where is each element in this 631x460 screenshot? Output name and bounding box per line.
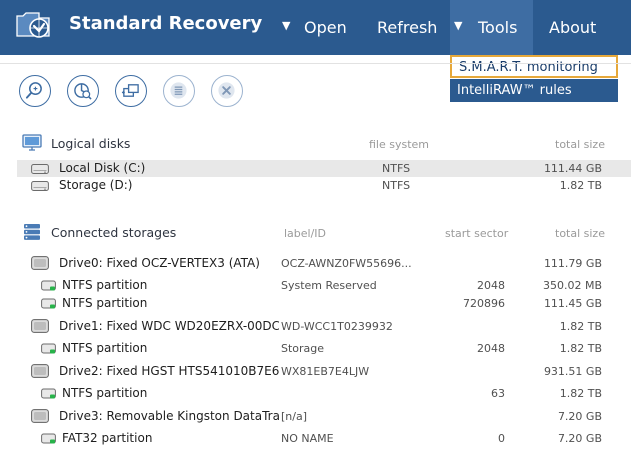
storage-name: NTFS partition (62, 296, 148, 310)
app-header: Standard Recovery ▼ Open Refresh ▼ Tools… (0, 0, 631, 55)
storage-drive-row[interactable]: Drive2: Fixed HGST HTS541010B7E6... WX81E… (17, 363, 631, 380)
file-recovery-icon (74, 83, 92, 100)
storage-name: Drive3: Removable Kingston DataTrav... (59, 409, 279, 423)
storage-label-id: WD-WCC1T0239932 (281, 320, 393, 333)
logical-disk-file-system: NTFS (382, 162, 411, 175)
logical-disk-total-size: 1.82 TB (559, 179, 602, 192)
column-total-size-storages: total size (555, 227, 605, 240)
storage-label-id: [n/a] (281, 410, 308, 423)
storage-total-size: 7.20 GB (557, 432, 602, 445)
storage-partition-row[interactable]: NTFS partition Storage 2048 1.82 TB (17, 340, 631, 357)
logical-disk-file-system: NTFS (382, 179, 411, 192)
toolbar-divider (0, 63, 631, 64)
open-caret-icon[interactable]: ▼ (282, 0, 290, 52)
drive-icon (31, 256, 49, 270)
partition-icon (41, 280, 56, 291)
close-button[interactable] (211, 75, 243, 107)
storage-total-size: 1.82 TB (559, 387, 602, 400)
drive-icon (31, 319, 49, 333)
storage-total-size: 7.20 GB (557, 410, 602, 423)
storage-stack-icon (24, 224, 40, 240)
menu-item-smart-monitoring[interactable]: S.M.A.R.T. monitoring (450, 55, 618, 78)
nav-open[interactable]: Open (304, 0, 347, 55)
logical-disk-name: Local Disk (C:) (59, 161, 146, 175)
storage-start-sector: 0 (498, 432, 505, 445)
list-icon (170, 82, 187, 99)
storage-drive-row[interactable]: Drive1: Fixed WDC WD20EZRX-00DC... WD-WCC… (17, 318, 631, 335)
storage-start-sector: 63 (491, 387, 505, 400)
storage-start-sector: 720896 (463, 297, 505, 310)
column-start-sector: start sector (445, 227, 509, 240)
storage-partition-row[interactable]: FAT32 partition NO NAME 0 7.20 GB (17, 430, 631, 447)
logical-disks-title: Logical disks (51, 136, 131, 151)
storage-name: FAT32 partition (62, 431, 153, 445)
storage-partition-row[interactable]: NTFS partition 720896 111.45 GB (17, 295, 631, 312)
hard-disk-icon (31, 164, 49, 174)
storage-partition-row[interactable]: NTFS partition 63 1.82 TB (17, 385, 631, 402)
file-recovery-button[interactable] (67, 75, 99, 107)
column-file-system: file system (369, 138, 430, 151)
logical-disk-row[interactable]: Local Disk (C:) NTFS 111.44 GB (17, 160, 631, 177)
drive-icon (31, 364, 49, 378)
storage-label-id: OCZ-AWNZ0FW55696... (281, 257, 412, 270)
storage-total-size: 111.45 GB (543, 297, 602, 310)
storage-drive-row[interactable]: Drive3: Removable Kingston DataTrav... [n… (17, 408, 631, 425)
scan-icon (25, 82, 42, 99)
storage-start-sector: 2048 (477, 279, 505, 292)
storage-drive-row[interactable]: Drive0: Fixed OCZ-VERTEX3 (ATA) OCZ-AWNZ0… (17, 255, 631, 272)
nav-about[interactable]: About (549, 0, 596, 55)
hard-disk-icon (31, 181, 49, 191)
scan-button[interactable] (19, 75, 51, 107)
tools-caret-icon[interactable]: ▼ (454, 0, 462, 52)
connected-storages-title: Connected storages (51, 225, 177, 240)
storage-total-size: 350.02 MB (542, 279, 602, 292)
image-button[interactable] (115, 75, 147, 107)
storage-name: Drive0: Fixed OCZ-VERTEX3 (ATA) (59, 256, 260, 270)
storage-name: NTFS partition (62, 341, 148, 355)
nav-refresh[interactable]: Refresh (377, 0, 437, 55)
app-title: Standard Recovery (69, 13, 263, 34)
storage-label-id: WX81EB7E4LJW (281, 365, 370, 378)
column-total-size: total size (555, 138, 605, 151)
monitor-icon (22, 134, 42, 151)
storage-partition-row[interactable]: NTFS partition System Reserved 2048 350.02 … (17, 277, 631, 294)
storage-name: NTFS partition (62, 386, 148, 400)
storage-total-size: 931.51 GB (543, 365, 602, 378)
app-logo-icon (16, 12, 50, 38)
drive-icon (31, 409, 49, 423)
partition-icon (41, 343, 56, 354)
storage-name: Drive1: Fixed WDC WD20EZRX-00DC... (59, 319, 279, 333)
storage-total-size: 1.82 TB (559, 342, 602, 355)
image-icon (121, 84, 139, 97)
logical-disk-total-size: 111.44 GB (543, 162, 602, 175)
partition-icon (41, 298, 56, 309)
nav-tools[interactable]: Tools (478, 0, 517, 55)
storage-name: Drive2: Fixed HGST HTS541010B7E6... (59, 364, 279, 378)
column-label-id: label/ID (284, 227, 327, 240)
logical-disk-row[interactable]: Storage (D:) NTFS 1.82 TB (17, 177, 631, 194)
storage-name: NTFS partition (62, 278, 148, 292)
partition-icon (41, 388, 56, 399)
list-button[interactable] (163, 75, 195, 107)
menu-item-intelliraw-rules[interactable]: IntelliRAW™ rules (450, 79, 618, 102)
close-icon (218, 82, 235, 99)
logical-disk-name: Storage (D:) (59, 178, 133, 192)
partition-icon (41, 433, 56, 444)
storage-total-size: 111.79 GB (543, 257, 602, 270)
storage-start-sector: 2048 (477, 342, 505, 355)
storage-total-size: 1.82 TB (559, 320, 602, 333)
